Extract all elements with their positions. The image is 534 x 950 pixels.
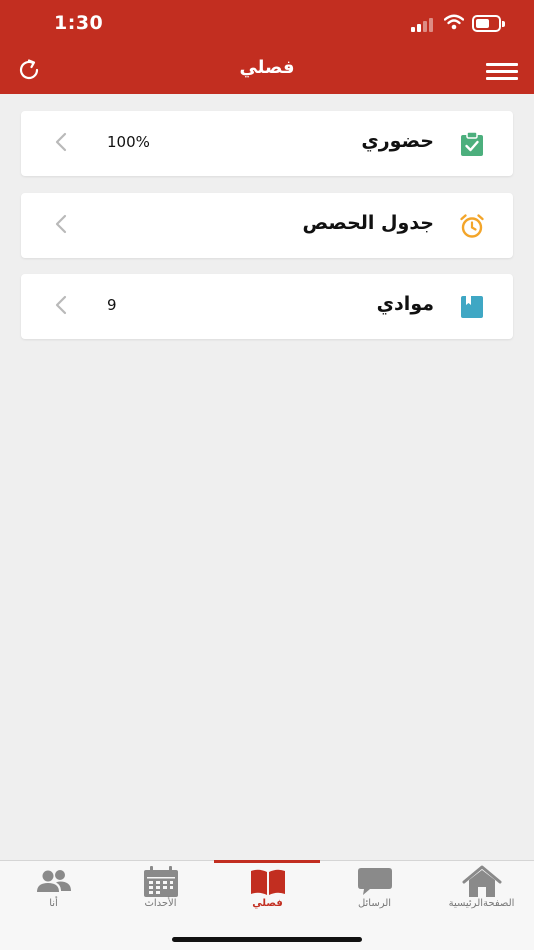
home-icon bbox=[462, 865, 502, 897]
tab-events-label: الأحداث bbox=[144, 898, 177, 909]
schedule-label: جدول الحصص bbox=[302, 212, 434, 234]
hamburger-menu-icon[interactable] bbox=[486, 61, 518, 81]
attendance-card[interactable]: 100% حضوري bbox=[21, 111, 513, 176]
open-book-icon bbox=[251, 869, 285, 895]
alarm-clock-icon bbox=[460, 214, 484, 238]
tab-my-class-label: فصلي bbox=[252, 898, 283, 909]
chat-bubble-icon bbox=[358, 868, 392, 895]
wifi-icon bbox=[444, 14, 464, 30]
status-time: 1:30 bbox=[54, 12, 104, 34]
attendance-label: حضوري bbox=[361, 130, 434, 152]
calendar-icon bbox=[144, 866, 178, 897]
page-title: فصلي bbox=[239, 57, 295, 78]
tab-messages-label: الرسائل bbox=[357, 898, 392, 909]
status-bar: 1:30 bbox=[0, 0, 534, 46]
cellular-signal-icon bbox=[411, 16, 435, 32]
home-indicator bbox=[172, 937, 362, 942]
subjects-card[interactable]: 9 موادي bbox=[21, 274, 513, 339]
people-icon bbox=[37, 870, 71, 892]
clipboard-check-icon bbox=[461, 131, 483, 156]
attendance-value: 100% bbox=[107, 133, 150, 151]
subjects-value: 9 bbox=[107, 296, 117, 314]
tab-messages[interactable]: الرسائل bbox=[321, 861, 428, 931]
tab-me[interactable]: أنا bbox=[0, 861, 107, 931]
chevron-left-icon bbox=[55, 295, 67, 315]
tab-home[interactable]: الصفحةالرئيسية bbox=[428, 861, 534, 931]
nav-bar: فصلي bbox=[0, 46, 534, 94]
tab-home-label: الصفحةالرئيسية bbox=[448, 898, 515, 909]
subjects-label: موادي bbox=[376, 293, 434, 315]
tab-bar: أنا الأحداث فصلي الرسائل الصفحةالرئيسية bbox=[0, 860, 534, 950]
battery-icon bbox=[472, 15, 505, 32]
tab-me-label: أنا bbox=[49, 898, 58, 909]
chevron-left-icon bbox=[55, 132, 67, 152]
tab-my-class[interactable]: فصلي bbox=[214, 861, 321, 931]
schedule-card[interactable]: جدول الحصص bbox=[21, 193, 513, 258]
chevron-left-icon bbox=[55, 214, 67, 234]
book-icon bbox=[461, 296, 483, 318]
tab-events[interactable]: الأحداث bbox=[107, 861, 214, 931]
